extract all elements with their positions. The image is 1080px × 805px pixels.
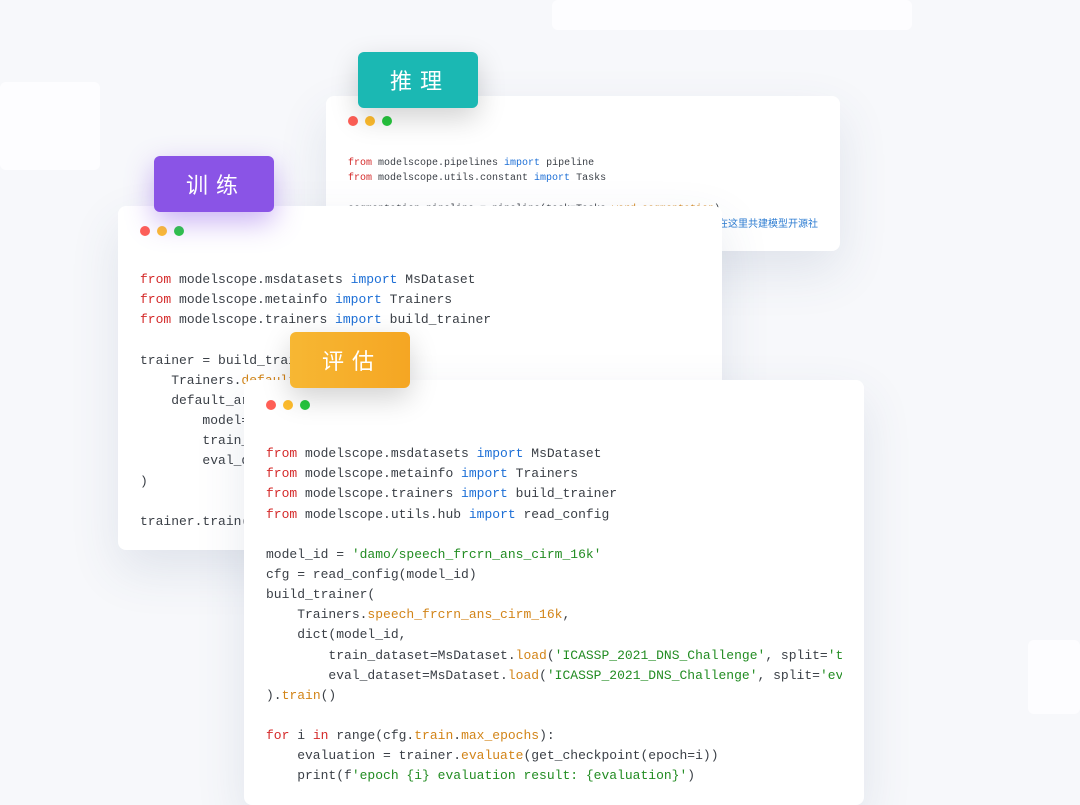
code-token: from [140, 312, 171, 327]
code-token: from [348, 173, 372, 184]
code-token: range(cfg. [328, 728, 414, 743]
code-token: from [266, 446, 297, 461]
code-token: ( [547, 648, 555, 663]
code-token: import [461, 466, 508, 481]
code-token: train [414, 728, 453, 743]
zoom-icon [174, 226, 184, 236]
code-token: from [348, 158, 372, 169]
code-token: model= [140, 413, 249, 428]
code-token: import [534, 173, 570, 184]
code-token: read_config [516, 507, 610, 522]
code-token: modelscope.utils.hub [297, 507, 469, 522]
code-token: train [282, 688, 321, 703]
code-token: print(f [266, 768, 352, 783]
code-token: load [516, 648, 547, 663]
code-token: i [289, 728, 312, 743]
code-token: ( [539, 668, 547, 683]
window-traffic-lights [140, 226, 700, 236]
zoom-icon [300, 400, 310, 410]
code-token: ) [140, 474, 148, 489]
code-token: MsDataset [523, 446, 601, 461]
close-icon [266, 400, 276, 410]
code-token: train_dataset=MsDataset. [266, 648, 516, 663]
code-block-evaluation: from modelscope.msdatasets import MsData… [266, 424, 842, 787]
code-token: import [477, 446, 524, 461]
window-traffic-lights [266, 400, 842, 410]
code-token: () [321, 688, 337, 703]
code-token: , split= [758, 668, 820, 683]
code-token: , [562, 607, 570, 622]
code-token: Trainers [508, 466, 578, 481]
minimize-icon [283, 400, 293, 410]
code-token: 'epoch {i} evaluation result: {evaluatio… [352, 768, 687, 783]
code-token: Tasks [570, 173, 606, 184]
code-token: 'damo/speech_frcrn_ans_cirm_16k' [352, 547, 602, 562]
code-token: 'evaluation [820, 668, 842, 683]
code-token: evaluation = trainer. [266, 748, 461, 763]
code-token: evaluate [461, 748, 523, 763]
code-token: build_trainer( [266, 587, 375, 602]
code-token: Trainers [382, 292, 452, 307]
code-token: modelscope.metainfo [171, 292, 335, 307]
code-token: import [461, 486, 508, 501]
bg-decor-br [1028, 640, 1080, 714]
bg-decor-tl [0, 82, 100, 170]
code-token: in [313, 728, 329, 743]
code-token: from [266, 486, 297, 501]
code-token: modelscope.msdatasets [297, 446, 476, 461]
code-token: Trainers. [140, 373, 241, 388]
code-token: modelscope.metainfo [297, 466, 461, 481]
code-token: import [351, 272, 398, 287]
code-token: build_trainer [382, 312, 491, 327]
minimize-icon [365, 116, 375, 126]
code-token: import [335, 312, 382, 327]
code-token: trainer.train( [140, 514, 249, 529]
code-token: ): [539, 728, 555, 743]
code-token: ). [266, 688, 282, 703]
code-token: modelscope.utils.constant [372, 173, 534, 184]
code-token: build_trainer [508, 486, 617, 501]
code-token: Trainers. [266, 607, 367, 622]
window-traffic-lights [348, 116, 818, 126]
code-token: MsDataset [397, 272, 475, 287]
code-card-evaluation: from modelscope.msdatasets import MsData… [244, 380, 864, 805]
code-token: , split= [765, 648, 827, 663]
bg-decor-tc [552, 0, 912, 30]
code-token: cfg = read_config(model_id) [266, 567, 477, 582]
code-token: modelscope.msdatasets [171, 272, 350, 287]
code-token: train_ [140, 433, 249, 448]
code-token: eval_dataset=MsDataset. [266, 668, 508, 683]
code-token: 'train' [828, 648, 842, 663]
code-token: ) [687, 768, 695, 783]
code-token: pipeline [540, 158, 594, 169]
code-token: eval_d [140, 453, 249, 468]
code-token: 'ICASSP_2021_DNS_Challenge' [547, 668, 758, 683]
tag-inference: 推理 [358, 52, 478, 108]
close-icon [348, 116, 358, 126]
minimize-icon [157, 226, 167, 236]
code-token: from [140, 292, 171, 307]
code-token: dict(model_id, [266, 627, 406, 642]
code-token: from [266, 466, 297, 481]
code-token: . [453, 728, 461, 743]
close-icon [140, 226, 150, 236]
code-token: modelscope.trainers [171, 312, 335, 327]
code-token: model_id = [266, 547, 352, 562]
tag-evaluation: 评估 [290, 332, 410, 388]
code-token: load [508, 668, 539, 683]
code-token: import [335, 292, 382, 307]
code-token: import [504, 158, 540, 169]
tag-training: 训练 [154, 156, 274, 212]
code-token: from [140, 272, 171, 287]
code-token: import [469, 507, 516, 522]
code-token: 'ICASSP_2021_DNS_Challenge' [555, 648, 766, 663]
code-token: (get_checkpoint(epoch=i)) [523, 748, 718, 763]
code-token: modelscope.pipelines [372, 158, 504, 169]
code-token: from [266, 507, 297, 522]
zoom-icon [382, 116, 392, 126]
code-token: for [266, 728, 289, 743]
code-token: speech_frcrn_ans_cirm_16k [367, 607, 562, 622]
code-token: modelscope.trainers [297, 486, 461, 501]
code-token: max_epochs [461, 728, 539, 743]
